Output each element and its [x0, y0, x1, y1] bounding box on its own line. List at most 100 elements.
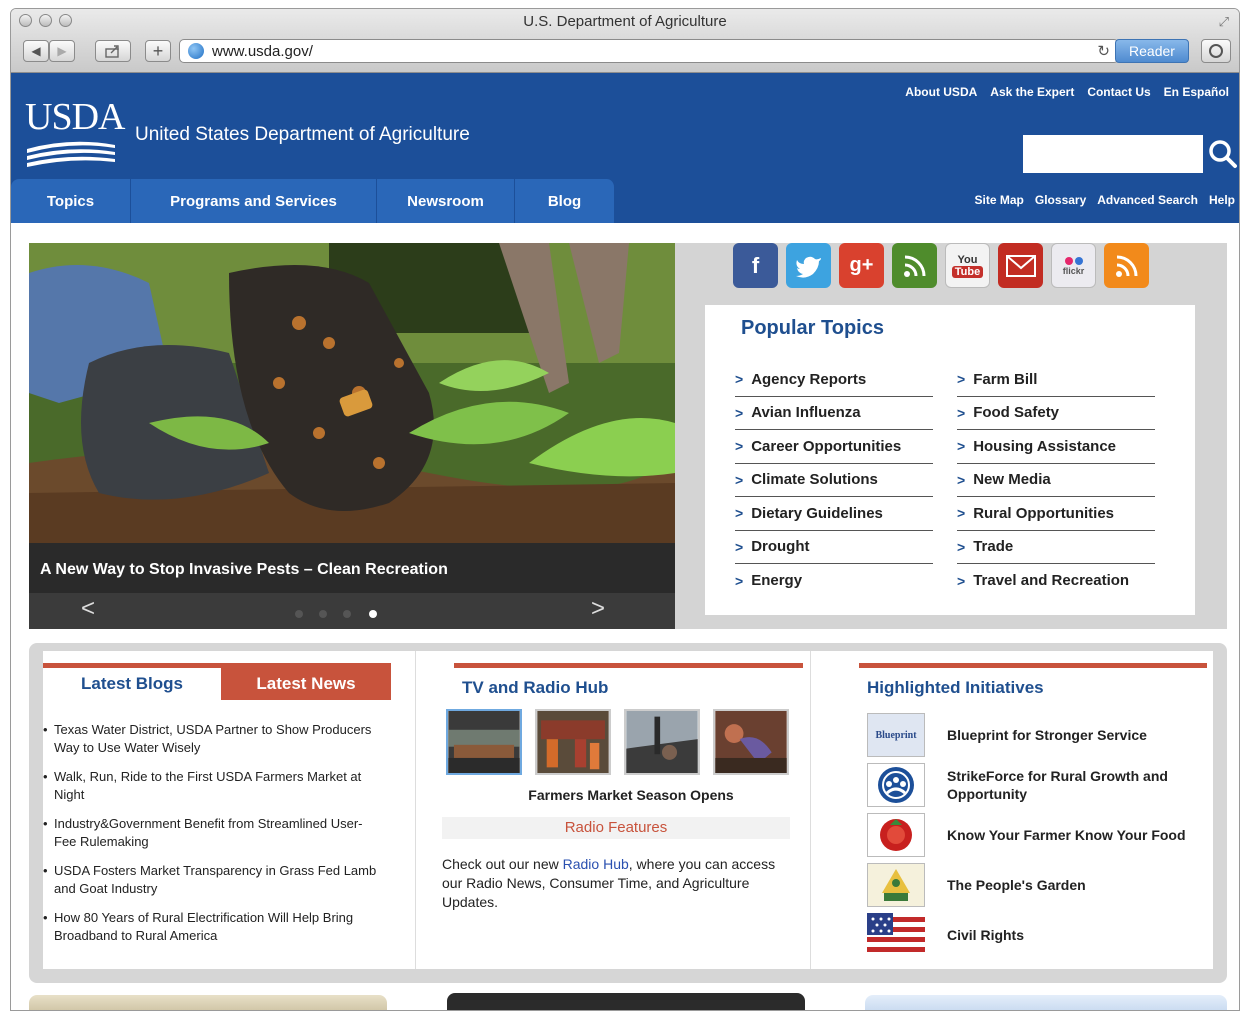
topic-label: Farm Bill — [973, 370, 1038, 388]
utility-links: About USDA Ask the Expert Contact Us En … — [905, 85, 1229, 99]
contact-us-link[interactable]: Contact Us — [1087, 85, 1150, 99]
youtube-icon-text-bottom: Tube — [951, 265, 984, 278]
know-your-farmer-icon — [867, 813, 925, 857]
help-link[interactable]: Help — [1209, 193, 1235, 207]
fullscreen-icon[interactable]: ⤢ — [1219, 14, 1229, 30]
new-tab-button[interactable]: + — [145, 40, 171, 62]
usda-logo[interactable]: USDA — [25, 95, 125, 167]
topic-link[interactable]: > Energy — [735, 564, 933, 598]
carousel-prev-button[interactable]: < — [81, 595, 95, 623]
nav-tab-blog[interactable]: Blog — [515, 179, 615, 223]
initiative-label: The People's Garden — [947, 877, 1086, 893]
initiative-label: Know Your Farmer Know Your Food — [947, 827, 1186, 843]
lower-panels-inner: Latest Blogs Latest News Texas Water Dis… — [43, 651, 1213, 969]
about-usda-link[interactable]: About USDA — [905, 85, 977, 99]
tv-radio-hub-panel: TV and Radio Hub Farmers Market Season O… — [415, 651, 811, 969]
initiative-item[interactable]: Know Your Farmer Know Your Food — [867, 813, 1187, 857]
topic-link[interactable]: > Dietary Guidelines — [735, 497, 933, 531]
topic-link[interactable]: > Food Safety — [957, 397, 1155, 430]
carousel-dot-3[interactable] — [343, 610, 351, 618]
topic-link[interactable]: > Housing Assistance — [957, 430, 1155, 464]
twitter-icon[interactable] — [786, 243, 831, 288]
share-button[interactable] — [95, 40, 131, 62]
flickr-icon[interactable]: flickr — [1051, 243, 1096, 288]
share-icon — [105, 45, 119, 58]
video-caption[interactable]: Farmers Market Season Opens — [416, 787, 846, 803]
advanced-search-link[interactable]: Advanced Search — [1097, 193, 1198, 207]
back-button[interactable]: ◀ — [23, 40, 49, 62]
topic-link[interactable]: > Rural Opportunities — [957, 497, 1155, 531]
topic-link[interactable]: > Agency Reports — [735, 363, 933, 397]
facebook-icon[interactable]: f — [733, 243, 778, 288]
usda-logo-text: USDA — [25, 96, 125, 138]
initiatives-accent-bar — [859, 663, 1207, 668]
glossary-link[interactable]: Glossary — [1035, 193, 1086, 207]
video-thumbnails — [446, 709, 789, 775]
topic-link[interactable]: > New Media — [957, 464, 1155, 497]
search-input[interactable] — [1023, 135, 1203, 173]
chevron-right-icon: > — [735, 471, 744, 488]
refresh-icon[interactable]: ↻ — [1097, 42, 1110, 60]
site-map-link[interactable]: Site Map — [975, 193, 1024, 207]
carousel-dot-4-active[interactable] — [369, 610, 377, 618]
radio-hub-link[interactable]: Radio Hub — [563, 856, 629, 872]
blog-news-tabs: Latest Blogs Latest News — [43, 663, 391, 700]
video-thumbnail-2[interactable] — [535, 709, 611, 775]
video-thumbnail-1[interactable] — [446, 709, 522, 775]
strikeforce-icon — [867, 763, 925, 807]
topic-link[interactable]: > Trade — [957, 531, 1155, 564]
govdelivery-icon[interactable] — [892, 243, 937, 288]
search-icon[interactable] — [1208, 139, 1238, 169]
popular-topics-right-column: > Farm Bill > Food Safety > Housing Assista… — [957, 363, 1155, 598]
initiative-item[interactable]: Civil Rights — [867, 913, 1187, 957]
tab-latest-blogs[interactable]: Latest Blogs — [43, 668, 221, 700]
ask-the-expert-link[interactable]: Ask the Expert — [990, 85, 1074, 99]
next-section-preview — [29, 991, 1227, 1010]
initiative-item[interactable]: Blueprint Blueprint for Stronger Service — [867, 713, 1187, 757]
initiative-item[interactable]: The People's Garden — [867, 863, 1187, 907]
blog-item[interactable]: Texas Water District, USDA Partner to Sh… — [43, 721, 383, 757]
chevron-right-icon: > — [735, 572, 744, 589]
hero-carousel[interactable]: A New Way to Stop Invasive Pests – Clean… — [29, 243, 675, 629]
lower-panels: Latest Blogs Latest News Texas Water Dis… — [29, 643, 1227, 983]
nav-tab-topics[interactable]: Topics — [11, 179, 131, 223]
video-thumbnail-3[interactable] — [624, 709, 700, 775]
preview-panel-center — [447, 993, 805, 1010]
blog-item[interactable]: Walk, Run, Ride to the First USDA Farmer… — [43, 768, 383, 804]
chevron-right-icon: > — [735, 505, 744, 522]
topic-link[interactable]: > Avian Influenza — [735, 397, 933, 430]
popular-topics-left-column: > Agency Reports > Avian Influenza > Career… — [735, 363, 933, 598]
topic-link[interactable]: > Drought — [735, 531, 933, 564]
reader-button[interactable]: Reader — [1115, 39, 1189, 63]
tab-latest-news[interactable]: Latest News — [221, 668, 391, 700]
topic-label: Housing Assistance — [973, 437, 1117, 455]
forward-button[interactable]: ▶ — [49, 40, 75, 62]
topic-link[interactable]: > Career Opportunities — [735, 430, 933, 464]
topic-link[interactable]: > Travel and Recreation — [957, 564, 1155, 598]
blog-item[interactable]: How 80 Years of Rural Electrification Wi… — [43, 909, 383, 945]
google-plus-icon[interactable]: g+ — [839, 243, 884, 288]
youtube-icon[interactable]: You Tube — [945, 243, 990, 288]
email-icon[interactable] — [998, 243, 1043, 288]
carousel-controls: < > — [29, 593, 675, 629]
carousel-dot-2[interactable] — [319, 610, 327, 618]
blog-item[interactable]: USDA Fosters Market Transparency in Gras… — [43, 862, 383, 898]
tv-radio-hub-title: TV and Radio Hub — [462, 678, 609, 697]
rss-icon[interactable] — [1104, 243, 1149, 288]
initiative-item[interactable]: StrikeForce for Rural Growth and Opportu… — [867, 763, 1187, 807]
topic-label: Food Safety — [973, 404, 1060, 422]
en-espanol-link[interactable]: En Español — [1164, 85, 1229, 99]
reading-list-button[interactable] — [1201, 39, 1231, 63]
carousel-next-button[interactable]: > — [591, 595, 605, 623]
hero-caption[interactable]: A New Way to Stop Invasive Pests – Clean… — [40, 561, 448, 579]
nav-tab-newsroom[interactable]: Newsroom — [377, 179, 515, 223]
nav-tab-programs-and-services[interactable]: Programs and Services — [131, 179, 377, 223]
address-bar[interactable]: www.usda.gov/ ↻ — [179, 39, 1119, 63]
carousel-dot-1[interactable] — [295, 610, 303, 618]
blog-item[interactable]: Industry&Government Benefit from Streaml… — [43, 815, 383, 851]
topic-link[interactable]: > Climate Solutions — [735, 464, 933, 497]
video-thumbnail-4[interactable] — [713, 709, 789, 775]
topic-link[interactable]: > Farm Bill — [957, 363, 1155, 397]
radio-features-link[interactable]: Radio Features — [442, 817, 790, 839]
address-text[interactable]: www.usda.gov/ — [212, 43, 313, 60]
